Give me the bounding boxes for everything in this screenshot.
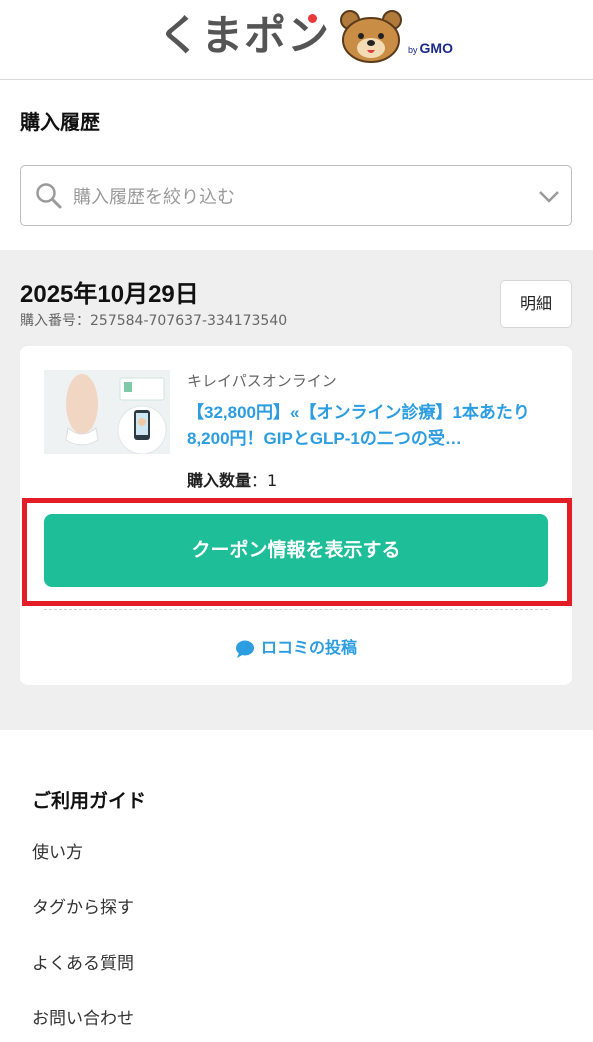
guide-item-faq[interactable]: よくある質問 [32, 949, 134, 974]
guide-item-contact[interactable]: お問い合わせ [32, 1004, 134, 1029]
divider [44, 609, 548, 610]
guide-title: ご利用ガイド [32, 790, 147, 812]
post-review-link[interactable]: ロコミの投稿 [20, 634, 572, 658]
by-gmo-label: by GMO [408, 40, 453, 56]
search-icon [36, 183, 62, 209]
order-date: 2025年10月29日 [20, 281, 199, 308]
review-link-label: ロコミの投稿 [260, 638, 357, 657]
site-header: くまポン by GMO [0, 0, 593, 80]
purchase-quantity: 購入数量：1 [187, 467, 277, 491]
shop-name: キレイパスオンライン [187, 372, 337, 390]
guide-item-search-by-tag[interactable]: タグから探す [32, 893, 134, 918]
logo-text: くまポン [158, 11, 331, 60]
purchase-filter-select[interactable]: 購入履歴を絞り込む [20, 165, 572, 226]
detail-button[interactable]: 明細 [500, 280, 572, 328]
kumapon-logo[interactable]: くまポン by GMO [158, 10, 478, 68]
chevron-down-icon [539, 191, 559, 203]
page-title: 購入履歴 [20, 110, 100, 134]
quantity-label: 購入数量 [187, 471, 252, 490]
order-item-card: キレイパスオンライン 【32,800円】«【オンライン診療】1本あたり8,200… [20, 346, 572, 685]
order-number: 購入番号：257584-707637-334173540 [20, 313, 288, 329]
product-title-link[interactable]: 【32,800円】«【オンライン診療】1本あたり8,200円！GIPとGLP-1… [187, 400, 547, 452]
product-thumbnail[interactable] [44, 370, 170, 454]
quantity-value: 1 [267, 471, 278, 490]
bear-mascot-icon [340, 10, 402, 63]
logo-dot [308, 14, 317, 23]
guide-item-how-to-use[interactable]: 使い方 [32, 838, 83, 863]
speech-bubble-icon [235, 640, 254, 658]
show-coupon-button[interactable]: クーポン情報を表示する [44, 514, 548, 587]
quantity-separator: ： [251, 471, 268, 490]
filter-placeholder: 購入履歴を絞り込む [73, 187, 235, 208]
